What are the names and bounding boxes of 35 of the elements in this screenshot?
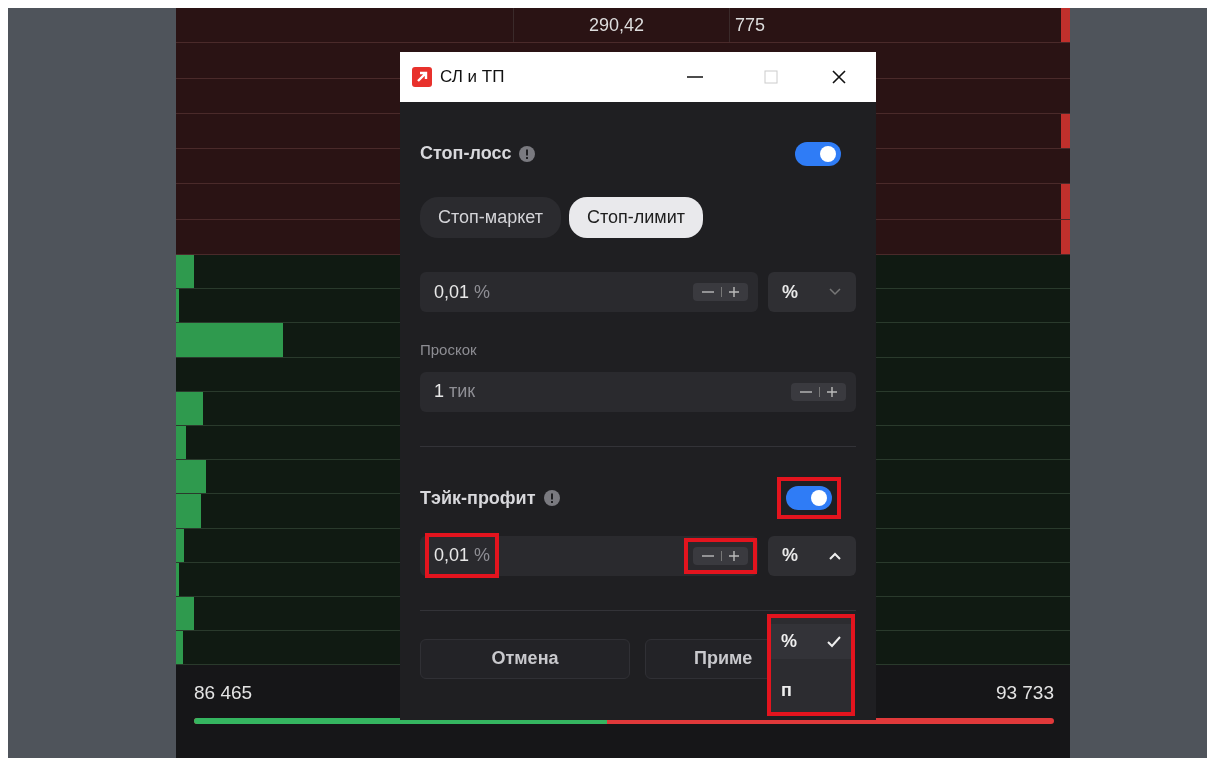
plus-icon	[728, 549, 740, 562]
section-title: Стоп-лосс	[420, 142, 512, 165]
maximize-icon	[762, 68, 780, 86]
section-title: Тэйк-профит	[420, 486, 536, 510]
window-title: СЛ и ТП	[440, 66, 505, 89]
plus-icon	[728, 286, 740, 298]
slippage-field[interactable]: 1 тик	[420, 371, 856, 412]
order-type-tab[interactable]: Стоп-маркет	[420, 197, 561, 238]
field-value: 0,01 %	[434, 280, 491, 304]
price-cell: 290,42	[513, 8, 730, 43]
field-value: 0,01 %	[434, 544, 491, 567]
info-icon[interactable]	[543, 490, 560, 506]
close-icon	[830, 68, 848, 86]
field-value: 1 тик	[434, 380, 476, 403]
toggle-switch[interactable]	[786, 486, 832, 510]
app-logo-icon	[412, 67, 432, 87]
menu-item[interactable]: %	[771, 624, 851, 659]
order-type-tab[interactable]: Стоп-лимит	[568, 197, 703, 238]
minimize-icon	[686, 76, 704, 78]
cancel-button[interactable]: Отмена	[420, 638, 630, 679]
volume-cell-text: 775	[735, 14, 766, 37]
unit-dropdown[interactable]: %	[768, 535, 856, 576]
bid-total: 86 465	[194, 681, 253, 706]
value-field[interactable]: 0,01 %	[420, 272, 758, 312]
stepper[interactable]	[791, 382, 846, 401]
stepper[interactable]	[693, 283, 748, 301]
field-label: Проскок	[420, 340, 478, 360]
value-field[interactable]: 0,01 %	[420, 535, 758, 576]
toggle-switch[interactable]	[795, 141, 841, 166]
unit-dropdown[interactable]: %	[768, 272, 856, 312]
info-icon[interactable]	[519, 145, 536, 162]
ask-total: 93 733	[995, 681, 1054, 706]
stepper[interactable]	[693, 546, 748, 565]
check-icon	[827, 635, 841, 648]
plus-icon	[826, 385, 838, 398]
